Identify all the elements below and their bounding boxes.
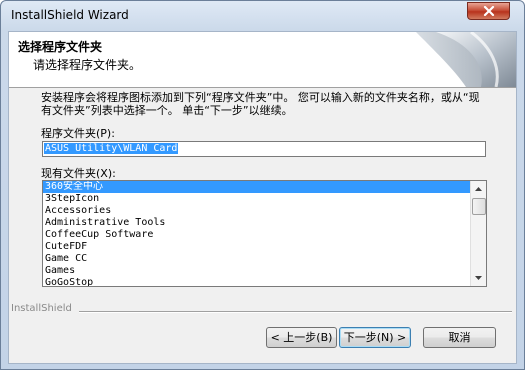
close-icon (483, 6, 494, 16)
folder-list-item[interactable]: GoGoStop (43, 277, 471, 286)
arrow-down-icon (475, 276, 482, 280)
arrow-up-icon (475, 187, 482, 191)
title-bar[interactable]: InstallShield Wizard (1, 1, 524, 31)
cancel-button[interactable]: 取消 (423, 327, 496, 348)
folder-list-item[interactable]: Game CC (43, 253, 471, 265)
installshield-brand: InstallShield (11, 303, 72, 314)
program-folder-value: ASUS Utility\WLAN Card (44, 143, 179, 154)
close-button[interactable] (467, 2, 510, 20)
existing-folders-list[interactable]: 360安全中心 3StepIcon Accessories Administrativ… (42, 180, 487, 287)
scroll-thumb[interactable] (472, 198, 486, 215)
folder-list-item[interactable]: CuteFDF (43, 241, 471, 253)
wizard-header: 选择程序文件夹 请选择程序文件夹。 (9, 32, 516, 88)
back-button[interactable]: < 上一步(B) (266, 327, 337, 348)
program-folder-label: 程序文件夹(P): (41, 127, 115, 140)
scroll-down-button[interactable] (471, 270, 486, 286)
wizard-client-area: 选择程序文件夹 请选择程序文件夹。 安装程序会将程序图标添加到下列“程序文件夹”… (8, 31, 517, 364)
folder-list-item[interactable]: Accessories (43, 205, 471, 217)
scroll-up-button[interactable] (471, 181, 486, 197)
program-folder-input[interactable]: ASUS Utility\WLAN Card (42, 141, 486, 157)
folder-list-item[interactable]: CoffeeCup Software (43, 229, 471, 241)
folder-list-item[interactable]: Games (43, 265, 471, 277)
folder-items: 360安全中心 3StepIcon Accessories Administrativ… (43, 181, 471, 286)
folder-list-item[interactable]: 3StepIcon (43, 193, 471, 205)
page-curl-graphic (416, 32, 516, 87)
folder-list-item[interactable]: 360安全中心 (43, 181, 471, 193)
instructions-text: 安装程序会将程序图标添加到下列“程序文件夹”中。 您可以输入新的文件夹名称，或从… (41, 91, 480, 117)
vertical-scrollbar[interactable] (470, 181, 486, 286)
window-title: InstallShield Wizard (11, 8, 129, 22)
existing-folders-label: 现有文件夹(X): (41, 167, 116, 180)
footer-divider (79, 311, 512, 313)
next-button[interactable]: 下一步(N) > (339, 327, 411, 348)
header-subtitle: 请选择程序文件夹。 (33, 58, 142, 72)
installer-window: InstallShield Wizard 选择程序文件夹 请选择程序文件夹。 安… (0, 0, 525, 370)
folder-list-item[interactable]: Administrative Tools (43, 217, 471, 229)
header-title: 选择程序文件夹 (18, 40, 103, 54)
